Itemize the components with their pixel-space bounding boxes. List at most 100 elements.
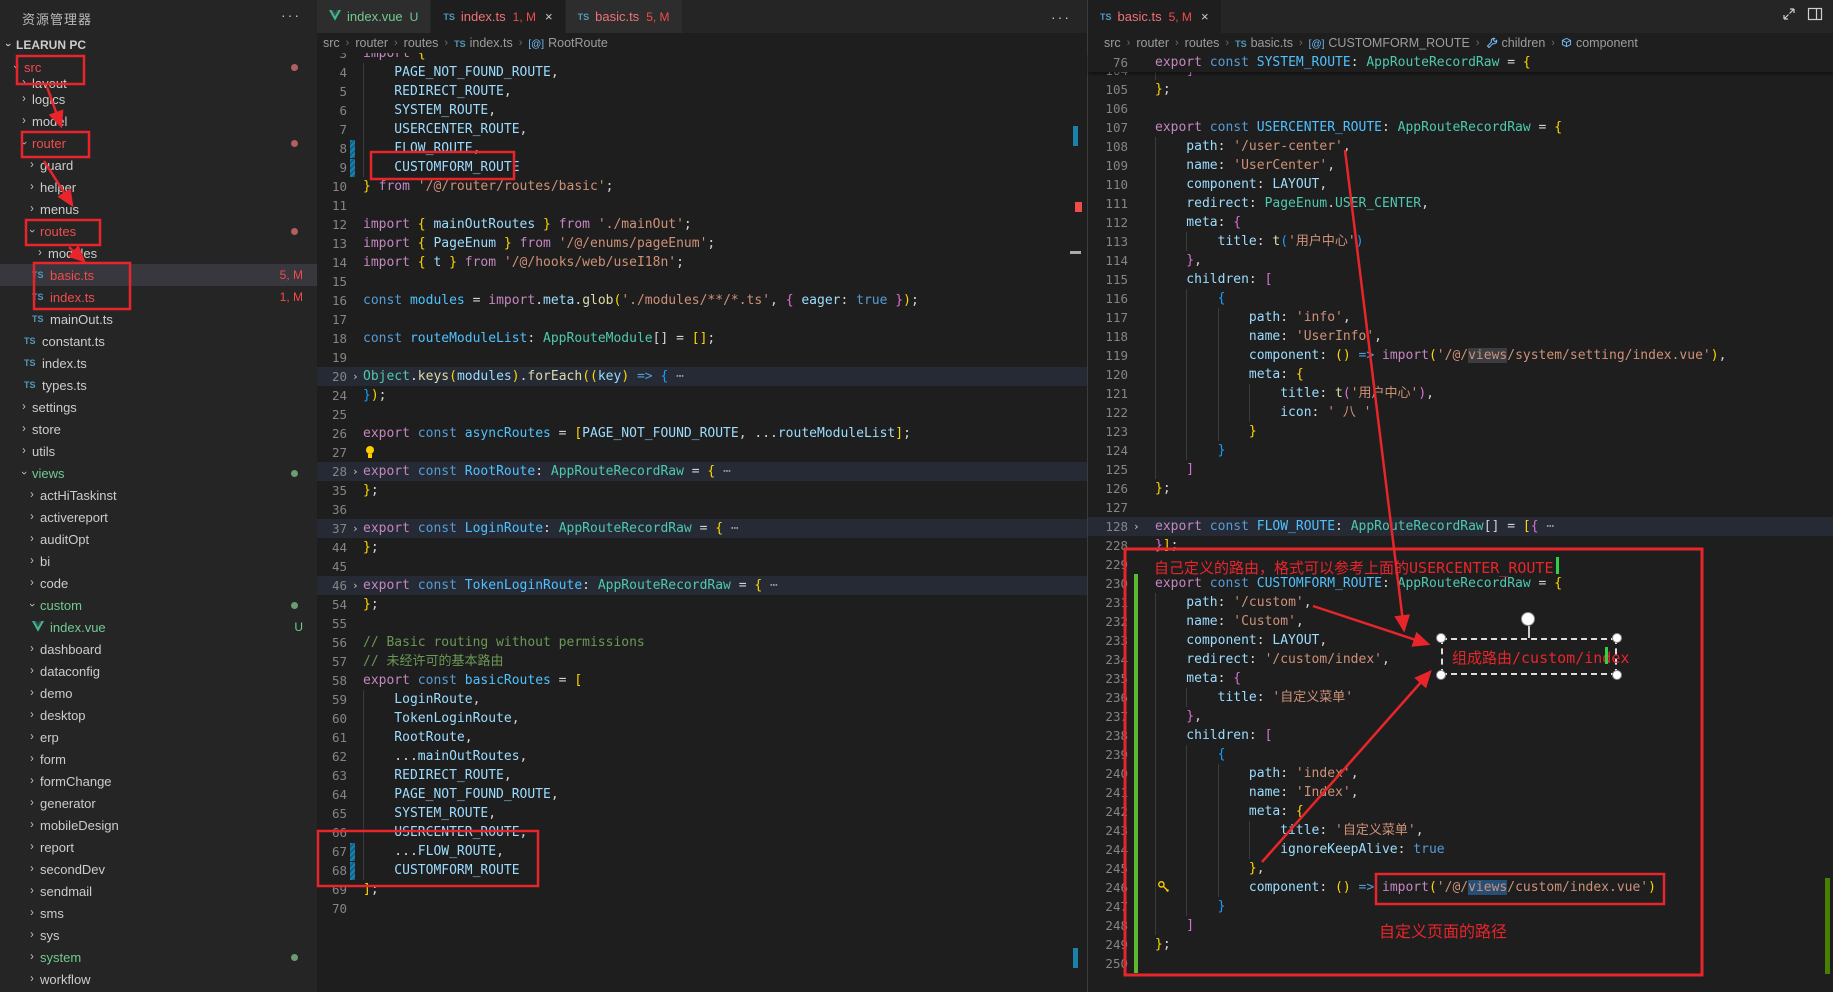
tree-item-dashboard[interactable]: ›dashboard <box>0 638 317 660</box>
label-box-handle-tl[interactable] <box>1436 633 1446 643</box>
code-line-118[interactable]: 118 name: 'UserInfo', <box>1088 327 1833 346</box>
code-line-127[interactable]: 127 <box>1088 498 1833 517</box>
code-line-121[interactable]: 121 title: t('用户中心'), <box>1088 384 1833 403</box>
code-line-15[interactable]: 15 <box>317 272 1087 291</box>
code-line-250[interactable]: 250 <box>1088 954 1833 973</box>
tree-item-system[interactable]: ›system <box>0 946 317 968</box>
code-line-69[interactable]: 69]; <box>317 880 1087 899</box>
tree-item-erp[interactable]: ›erp <box>0 726 317 748</box>
code-line-120[interactable]: 120 meta: { <box>1088 365 1833 384</box>
label-box-handle-tr[interactable] <box>1612 633 1622 643</box>
tree-item-index-ts[interactable]: TSindex.ts1, M <box>0 286 317 308</box>
code-line-36[interactable]: 36 <box>317 500 1087 519</box>
tree-item-settings[interactable]: ›settings <box>0 396 317 418</box>
tree-item-menus[interactable]: ›menus <box>0 198 317 220</box>
code-line-70[interactable]: 70 <box>317 899 1087 918</box>
code-line-27[interactable]: 27 <box>317 443 1087 462</box>
editor-layout-icon[interactable] <box>1807 6 1823 27</box>
code-line-17[interactable]: 17 <box>317 310 1087 329</box>
code-line-10[interactable]: 10} from '/@/router/routes/basic'; <box>317 177 1087 196</box>
tree-item-layout[interactable]: ›layout <box>0 78 317 88</box>
code-line-62[interactable]: 62 ...mainOutRoutes, <box>317 747 1087 766</box>
code-line-123[interactable]: 123 } <box>1088 422 1833 441</box>
tree-item-model[interactable]: ›model <box>0 110 317 132</box>
code-line-54[interactable]: 54}; <box>317 595 1087 614</box>
tree-item-workflow[interactable]: ›workflow <box>0 968 317 990</box>
breadcrumb-routes[interactable]: routes <box>404 36 439 50</box>
code-line-57[interactable]: 57// 未经许可的基本路由 <box>317 652 1087 671</box>
code-line-238[interactable]: 238 children: [ <box>1088 726 1833 745</box>
code-line-28[interactable]: 28›export const RootRoute: AppRouteRecor… <box>317 462 1087 481</box>
code-line-246[interactable]: 246 component: () => import('/@/views/cu… <box>1088 878 1833 897</box>
code-line-6[interactable]: 6 SYSTEM_ROUTE, <box>317 101 1087 120</box>
tree-item-code[interactable]: ›code <box>0 572 317 594</box>
fold-chevron-icon[interactable]: › <box>352 367 359 386</box>
code-line-126[interactable]: 126}; <box>1088 479 1833 498</box>
code-line-122[interactable]: 122 icon: ' 八 ' <box>1088 403 1833 422</box>
code-line-18[interactable]: 18const routeModuleList: AppRouteModule[… <box>317 329 1087 348</box>
close-icon[interactable]: × <box>545 9 553 24</box>
annotation-label-box[interactable]: 组成路由/custom/index <box>1441 638 1617 675</box>
tree-item-routes[interactable]: ›routes <box>0 220 317 242</box>
tree-item-src[interactable]: ›src <box>0 56 317 78</box>
code-line-66[interactable]: 66 USERCENTER_ROUTE, <box>317 823 1087 842</box>
code-line-58[interactable]: 58export const basicRoutes = [ <box>317 671 1087 690</box>
code-line-26[interactable]: 26export const asyncRoutes = [PAGE_NOT_F… <box>317 424 1087 443</box>
tree-item-index-vue[interactable]: index.vueU <box>0 616 317 638</box>
code-line-68[interactable]: 68 CUSTOMFORM_ROUTE <box>317 861 1087 880</box>
code-line-12[interactable]: 12import { mainOutRoutes } from './mainO… <box>317 215 1087 234</box>
code-line-9[interactable]: 9 CUSTOMFORM_ROUTE <box>317 158 1087 177</box>
tab-index-ts[interactable]: TSindex.ts1, M× <box>431 0 564 33</box>
breadcrumb-routes[interactable]: routes <box>1185 36 1220 50</box>
tree-item-bi[interactable]: ›bi <box>0 550 317 572</box>
code-line-106[interactable]: 106 <box>1088 99 1833 118</box>
fold-chevron-icon[interactable]: › <box>352 519 359 538</box>
code-line-109[interactable]: 109 name: 'UserCenter', <box>1088 156 1833 175</box>
breadcrumb-RootRoute[interactable]: [@]RootRoute <box>528 36 607 50</box>
fold-chevron-icon[interactable]: › <box>1133 517 1140 536</box>
label-box-handle-bl[interactable] <box>1436 670 1446 680</box>
tree-item-modules[interactable]: ›modules <box>0 242 317 264</box>
breadcrumb-component[interactable]: component <box>1561 36 1638 50</box>
tree-item-actHiTaskinst[interactable]: ›actHiTaskinst <box>0 484 317 506</box>
code-line-245[interactable]: 245 }, <box>1088 859 1833 878</box>
tab-index-vue[interactable]: index.vueU <box>317 0 430 33</box>
code-line-60[interactable]: 60 TokenLoginRoute, <box>317 709 1087 728</box>
label-box-rotate-handle[interactable] <box>1521 612 1535 626</box>
tree-item-generator[interactable]: ›generator <box>0 792 317 814</box>
tree-item-form[interactable]: ›form <box>0 748 317 770</box>
code-line-229[interactable]: 229 <box>1088 555 1833 574</box>
code-line-244[interactable]: 244 ignoreKeepAlive: true <box>1088 840 1833 859</box>
code-line-117[interactable]: 117 path: 'info', <box>1088 308 1833 327</box>
code-line-4[interactable]: 4 PAGE_NOT_FOUND_ROUTE, <box>317 63 1087 82</box>
code-line-230[interactable]: 230export const CUSTOMFORM_ROUTE: AppRou… <box>1088 574 1833 593</box>
tree-item-activereport[interactable]: ›activereport <box>0 506 317 528</box>
code-line-19[interactable]: 19 <box>317 348 1087 367</box>
code-line-63[interactable]: 63 REDIRECT_ROUTE, <box>317 766 1087 785</box>
code-line-115[interactable]: 115 children: [ <box>1088 270 1833 289</box>
code-line-16[interactable]: 16const modules = import.meta.glob('./mo… <box>317 291 1087 310</box>
code-line-237[interactable]: 237 }, <box>1088 707 1833 726</box>
code-line-112[interactable]: 112 meta: { <box>1088 213 1833 232</box>
code-line-114[interactable]: 114 }, <box>1088 251 1833 270</box>
tab-basic-ts[interactable]: TSbasic.ts5, M× <box>1088 0 1221 33</box>
code-line-55[interactable]: 55 <box>317 614 1087 633</box>
tree-item-views[interactable]: ›views <box>0 462 317 484</box>
breadcrumb-src[interactable]: src <box>323 36 340 50</box>
code-line-44[interactable]: 44}; <box>317 538 1087 557</box>
code-line-111[interactable]: 111 redirect: PageEnum.USER_CENTER, <box>1088 194 1833 213</box>
code-line-241[interactable]: 241 name: 'Index', <box>1088 783 1833 802</box>
breadcrumb-index-ts[interactable]: TSindex.ts <box>454 36 513 50</box>
code-line-8[interactable]: 8 FLOW_ROUTE, <box>317 139 1087 158</box>
tree-item-utils[interactable]: ›utils <box>0 440 317 462</box>
code-line-14[interactable]: 14import { t } from '/@/hooks/web/useI18… <box>317 253 1087 272</box>
tree-item-helper[interactable]: ›helper <box>0 176 317 198</box>
code-line-124[interactable]: 124 } <box>1088 441 1833 460</box>
tree-item-report[interactable]: ›report <box>0 836 317 858</box>
code-line-232[interactable]: 232 name: 'Custom', <box>1088 612 1833 631</box>
code-line-64[interactable]: 64 PAGE_NOT_FOUND_ROUTE, <box>317 785 1087 804</box>
code-line-37[interactable]: 37›export const LoginRoute: AppRouteReco… <box>317 519 1087 538</box>
code-line-240[interactable]: 240 path: 'index', <box>1088 764 1833 783</box>
tree-item-sys[interactable]: ›sys <box>0 924 317 946</box>
tree-item-formChange[interactable]: ›formChange <box>0 770 317 792</box>
